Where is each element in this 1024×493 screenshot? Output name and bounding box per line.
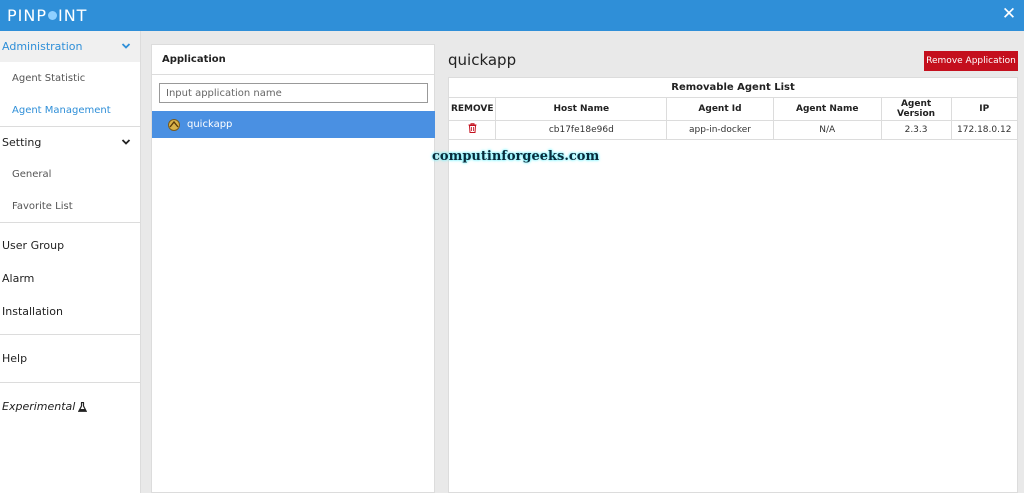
sidebar-item-user-group[interactable]: User Group bbox=[0, 229, 140, 262]
sidebar-item-help[interactable]: Help bbox=[0, 342, 140, 375]
sidebar-item-agent-statistic[interactable]: Agent Statistic bbox=[0, 62, 140, 94]
watermark-text: computinforgeeks.com bbox=[432, 149, 600, 164]
logo-text-right: INT bbox=[57, 5, 88, 25]
application-name: quickapp bbox=[187, 119, 233, 130]
top-header: PINP INT ✕ bbox=[0, 0, 1024, 31]
application-panel: Application quickapp bbox=[151, 44, 435, 493]
remove-application-button[interactable]: Remove Application bbox=[924, 51, 1018, 71]
sidebar-item-installation[interactable]: Installation bbox=[0, 295, 140, 328]
column-header-agent-id: Agent Id bbox=[666, 98, 774, 121]
host-name-cell: cb17fe18e96d bbox=[495, 120, 668, 140]
column-header-host-name: Host Name bbox=[495, 98, 668, 121]
sidebar-item-favorite-list[interactable]: Favorite List bbox=[0, 190, 140, 222]
sidebar-item-label: Administration bbox=[2, 40, 83, 53]
flask-icon bbox=[78, 401, 88, 412]
agent-name-cell: N/A bbox=[773, 120, 882, 140]
sidebar-section-setting: Setting General Favorite List bbox=[0, 127, 140, 223]
column-header-ip: IP bbox=[951, 98, 1017, 121]
removable-agent-list: Removable Agent List REMOVE Host Name Ag… bbox=[448, 77, 1018, 493]
pinpoint-logo[interactable]: PINP INT bbox=[7, 5, 87, 25]
column-header-agent-name: Agent Name bbox=[773, 98, 882, 121]
table-row: cb17fe18e96d app-in-docker N/A 2.3.3 172… bbox=[449, 120, 1017, 140]
chevron-down-icon bbox=[121, 139, 131, 145]
sidebar-item-label: Experimental bbox=[2, 400, 76, 413]
application-panel-title: Application bbox=[152, 45, 434, 75]
agent-version-cell: 2.3.3 bbox=[881, 120, 952, 140]
sidebar-item-label: Setting bbox=[2, 136, 42, 149]
app-type-icon bbox=[168, 118, 180, 131]
ip-cell: 172.18.0.12 bbox=[951, 120, 1017, 140]
sidebar-section-help: Help bbox=[0, 335, 140, 383]
sidebar-item-setting[interactable]: Setting bbox=[0, 127, 140, 158]
sidebar-section-administration: Administration Agent Statistic Agent Man… bbox=[0, 31, 140, 127]
chevron-down-icon bbox=[121, 43, 131, 49]
sidebar-item-general[interactable]: General bbox=[0, 158, 140, 190]
close-icon[interactable]: ✕ bbox=[1000, 5, 1018, 23]
sidebar-item-experimental[interactable]: Experimental bbox=[0, 390, 140, 423]
remove-cell bbox=[449, 120, 497, 140]
table-header-row: REMOVE Host Name Agent Id Agent Name Age… bbox=[449, 98, 1017, 121]
sidebar-item-alarm[interactable]: Alarm bbox=[0, 262, 140, 295]
agent-list-title: Removable Agent List bbox=[449, 78, 1017, 98]
logo-text-left: PINP bbox=[7, 5, 47, 25]
sidebar: Administration Agent Statistic Agent Man… bbox=[0, 31, 141, 493]
sidebar-item-administration[interactable]: Administration bbox=[0, 31, 140, 62]
main-content: quickapp Remove Application Removable Ag… bbox=[441, 31, 1024, 493]
page-title: quickapp bbox=[448, 51, 517, 69]
sidebar-item-agent-management[interactable]: Agent Management bbox=[0, 94, 140, 126]
logo-dot-icon bbox=[47, 10, 57, 20]
column-header-remove: REMOVE bbox=[449, 98, 497, 121]
agent-id-cell: app-in-docker bbox=[666, 120, 774, 140]
application-search-input[interactable] bbox=[159, 83, 428, 103]
application-list-item[interactable]: quickapp bbox=[152, 111, 435, 138]
column-header-agent-version: Agent Version bbox=[881, 98, 952, 121]
sidebar-section-misc: User Group Alarm Installation bbox=[0, 223, 140, 335]
trash-icon[interactable] bbox=[468, 123, 477, 133]
agent-table: REMOVE Host Name Agent Id Agent Name Age… bbox=[449, 98, 1017, 140]
sidebar-section-experimental: Experimental bbox=[0, 383, 140, 430]
